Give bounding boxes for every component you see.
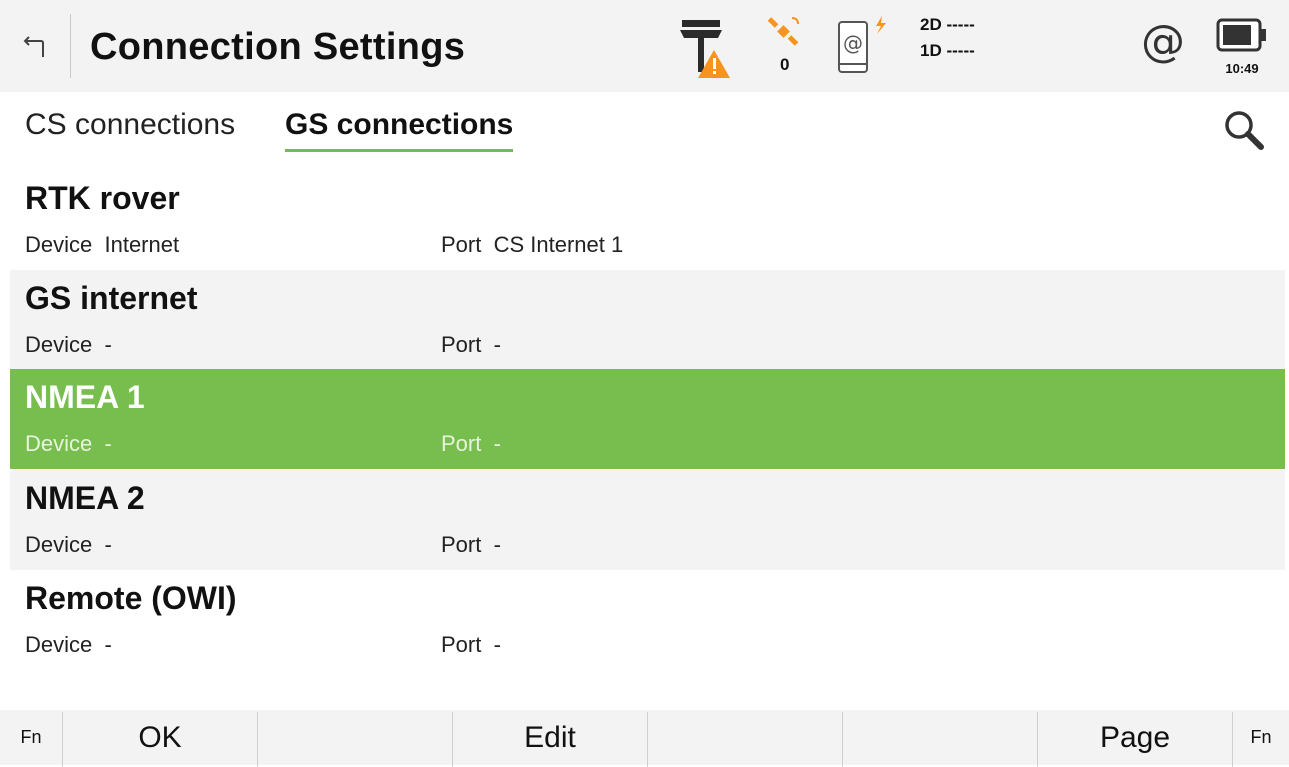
connection-name: NMEA 2 <box>25 480 145 516</box>
port-value: - <box>493 632 501 657</box>
clock: 10:49 <box>1225 61 1259 76</box>
page-button[interactable]: Page <box>1038 710 1232 765</box>
device-field: Device - <box>25 332 112 358</box>
battery-icon[interactable] <box>1215 16 1271 56</box>
port-label: Port <box>441 431 482 456</box>
device-label: Device <box>25 632 93 657</box>
connection-name: GS internet <box>25 280 198 316</box>
port-value: - <box>493 332 501 357</box>
connection-name: RTK rover <box>25 180 180 216</box>
port-field: Port - <box>441 632 501 658</box>
device-internet-icon[interactable]: @ <box>836 14 896 78</box>
softkey-f5-button[interactable] <box>843 710 1037 765</box>
fn-right-button[interactable]: Fn <box>1233 710 1289 765</box>
device-value: - <box>104 632 112 657</box>
back-arrow-icon <box>23 36 44 57</box>
softkey-f2-button[interactable] <box>258 710 452 765</box>
list-item[interactable]: NMEA 2 Device - Port - <box>10 470 1285 570</box>
device-field: Device Internet <box>25 232 179 258</box>
list-item[interactable]: GS internet Device - Port - <box>10 270 1285 370</box>
device-label: Device <box>25 532 93 557</box>
device-field: Device - <box>25 632 112 658</box>
internet-status-icon[interactable]: @ <box>1141 16 1185 68</box>
list-item[interactable]: RTK rover Device Internet Port CS Intern… <box>10 170 1285 270</box>
edit-button[interactable]: Edit <box>453 710 647 765</box>
port-value: - <box>493 431 501 456</box>
position-quality: 2D ----- 1D ----- <box>920 12 975 64</box>
list-item[interactable]: Remote (OWI) Device - Port - <box>10 570 1285 670</box>
title-bar: Connection Settings 0 @ 2D ----- 1D ----… <box>0 0 1289 92</box>
tab-cs-connections[interactable]: CS connections <box>25 108 235 149</box>
list-item-selected[interactable]: NMEA 1 Device - Port - <box>10 369 1285 469</box>
device-label: Device <box>25 431 93 456</box>
connection-tabs: CS connections GS connections <box>0 98 1289 162</box>
device-value: - <box>104 431 112 456</box>
connection-name: Remote (OWI) <box>25 580 237 616</box>
port-field: Port - <box>441 332 501 358</box>
satellite-count: 0 <box>780 55 790 74</box>
back-button[interactable] <box>10 20 62 72</box>
port-label: Port <box>441 332 482 357</box>
device-field: Device - <box>25 532 112 558</box>
device-label: Device <box>25 232 93 257</box>
device-value: Internet <box>104 232 180 257</box>
fn-left-button[interactable]: Fn <box>0 710 62 765</box>
port-field: Port - <box>441 532 501 558</box>
quality-1d: 1D ----- <box>920 41 975 60</box>
port-field: Port - <box>441 431 501 457</box>
device-value: - <box>104 332 112 357</box>
device-value: - <box>104 532 112 557</box>
tab-gs-connections[interactable]: GS connections <box>285 108 514 152</box>
port-label: Port <box>441 532 482 557</box>
search-button[interactable] <box>1212 102 1276 158</box>
port-label: Port <box>441 232 482 257</box>
quality-2d: 2D ----- <box>920 15 975 34</box>
softkey-bar: Fn OK Edit Page Fn <box>0 710 1289 767</box>
gnss-antenna-warning-icon[interactable] <box>676 14 734 80</box>
ok-button[interactable]: OK <box>63 710 257 765</box>
device-field: Device - <box>25 431 112 457</box>
satellite-icon[interactable] <box>766 14 802 50</box>
svg-text:@: @ <box>843 31 863 55</box>
softkey-f4-button[interactable] <box>648 710 842 765</box>
device-label: Device <box>25 332 93 357</box>
port-field: Port CS Internet 1 <box>441 232 623 258</box>
search-icon <box>1225 111 1264 150</box>
header-divider <box>70 14 71 78</box>
port-value: CS Internet 1 <box>493 232 624 257</box>
port-label: Port <box>441 632 482 657</box>
page-title: Connection Settings <box>90 26 466 68</box>
port-value: - <box>493 532 501 557</box>
connection-name: NMEA 1 <box>25 379 145 415</box>
